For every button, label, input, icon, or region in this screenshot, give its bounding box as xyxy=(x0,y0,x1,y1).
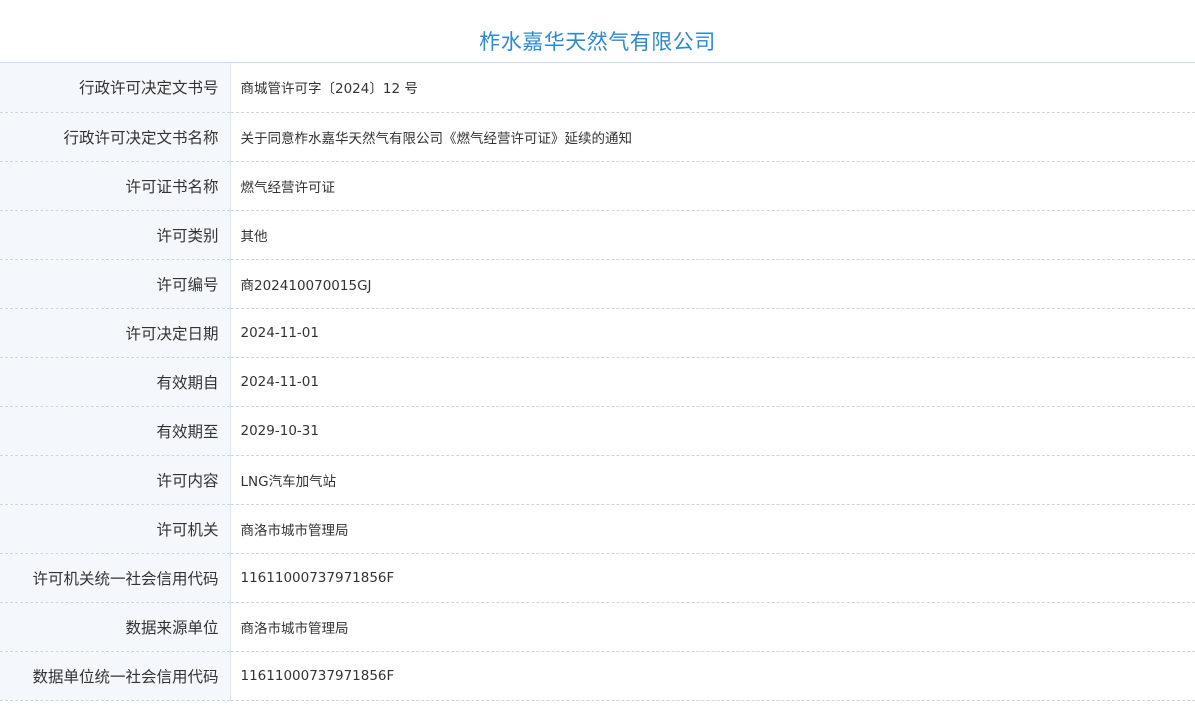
row-label: 有效期至 xyxy=(0,406,231,456)
row-value: 2024-11-01 xyxy=(230,308,1195,358)
company-title: 柞水嘉华天然气有限公司 xyxy=(0,0,1195,63)
table-row: 有效期自 2024-11-01 xyxy=(0,357,1195,407)
table-row: 许可内容 LNG汽车加气站 xyxy=(0,455,1195,505)
table-row: 许可决定日期 2024-11-01 xyxy=(0,308,1195,358)
row-label: 许可机关统一社会信用代码 xyxy=(0,553,231,603)
row-label: 有效期自 xyxy=(0,357,231,407)
table-row: 许可类别 其他 xyxy=(0,210,1195,260)
license-info-table: 行政许可决定文书号 商城管许可字〔2024〕12 号 行政许可决定文书名称 关于… xyxy=(0,63,1195,701)
row-value: LNG汽车加气站 xyxy=(230,455,1195,505)
row-label: 数据单位统一社会信用代码 xyxy=(0,651,231,701)
row-label: 许可类别 xyxy=(0,210,231,260)
row-label: 行政许可决定文书名称 xyxy=(0,112,231,162)
row-label: 许可证书名称 xyxy=(0,161,231,211)
table-row: 数据单位统一社会信用代码 11611000737971856F xyxy=(0,651,1195,701)
row-label: 许可决定日期 xyxy=(0,308,231,358)
row-label: 许可机关 xyxy=(0,504,231,554)
row-value: 2024-11-01 xyxy=(230,357,1195,407)
table-row: 许可编号 商202410070015GJ xyxy=(0,259,1195,309)
row-label: 数据来源单位 xyxy=(0,602,231,652)
table-row: 有效期至 2029-10-31 xyxy=(0,406,1195,456)
table-row: 数据来源单位 商洛市城市管理局 xyxy=(0,602,1195,652)
row-value: 商洛市城市管理局 xyxy=(230,602,1195,652)
row-value: 关于同意柞水嘉华天然气有限公司《燃气经营许可证》延续的通知 xyxy=(230,112,1195,162)
row-value: 商202410070015GJ xyxy=(230,259,1195,309)
table-row: 许可机关 商洛市城市管理局 xyxy=(0,504,1195,554)
table-row: 行政许可决定文书号 商城管许可字〔2024〕12 号 xyxy=(0,63,1195,113)
row-label: 行政许可决定文书号 xyxy=(0,63,231,113)
row-value: 燃气经营许可证 xyxy=(230,161,1195,211)
table-row: 许可机关统一社会信用代码 11611000737971856F xyxy=(0,553,1195,603)
table-row: 许可证书名称 燃气经营许可证 xyxy=(0,161,1195,211)
row-value: 商洛市城市管理局 xyxy=(230,504,1195,554)
row-value: 11611000737971856F xyxy=(230,553,1195,603)
row-value: 11611000737971856F xyxy=(230,651,1195,701)
table-row: 行政许可决定文书名称 关于同意柞水嘉华天然气有限公司《燃气经营许可证》延续的通知 xyxy=(0,112,1195,162)
row-value: 商城管许可字〔2024〕12 号 xyxy=(230,63,1195,113)
row-value: 2029-10-31 xyxy=(230,406,1195,456)
row-value: 其他 xyxy=(230,210,1195,260)
license-detail-page: 柞水嘉华天然气有限公司 行政许可决定文书号 商城管许可字〔2024〕12 号 行… xyxy=(0,0,1195,708)
row-label: 许可编号 xyxy=(0,259,231,309)
row-label: 许可内容 xyxy=(0,455,231,505)
